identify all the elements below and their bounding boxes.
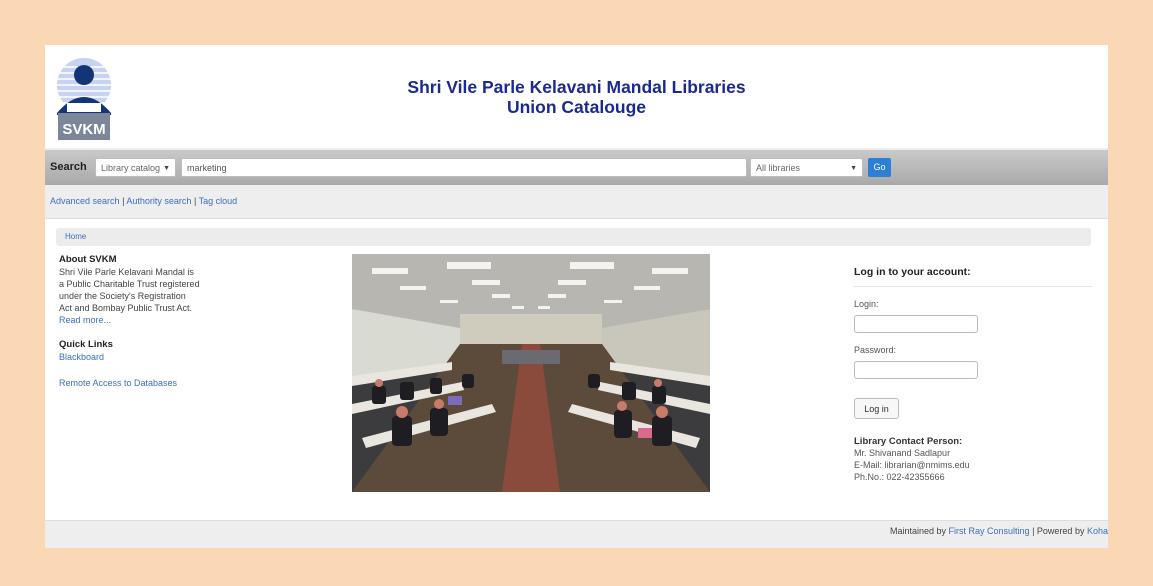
contact-email: E-Mail: librarian@nmims.edu bbox=[854, 460, 970, 470]
chevron-down-icon: ▼ bbox=[850, 165, 857, 172]
breadcrumb-home-link[interactable]: Home bbox=[65, 232, 86, 241]
powered-by-text: | Powered by bbox=[1032, 526, 1085, 536]
blackboard-link[interactable]: Blackboard bbox=[59, 351, 234, 363]
quick-links-heading: Quick Links bbox=[59, 339, 113, 350]
search-input[interactable] bbox=[181, 158, 747, 177]
remote-access-link[interactable]: Remote Access to Databases bbox=[59, 377, 234, 389]
main-content: Home About SVKM Shri Vile Parle Kelavani… bbox=[45, 218, 1108, 521]
login-button[interactable]: Log in bbox=[854, 398, 899, 419]
go-button[interactable]: Go bbox=[868, 158, 891, 177]
site-title-line1: Shri Vile Parle Kelavani Mandal Librarie… bbox=[407, 77, 746, 97]
password-label: Password: bbox=[854, 345, 897, 355]
about-text-line: a Public Charitable Trust registered bbox=[59, 279, 200, 289]
tag-cloud-link[interactable]: Tag cloud bbox=[199, 196, 238, 206]
site-title: Shri Vile Parle Kelavani Mandal Librarie… bbox=[45, 77, 1108, 117]
about-heading: About SVKM bbox=[59, 254, 117, 265]
authority-search-link[interactable]: Authority search bbox=[126, 196, 191, 206]
read-more-link[interactable]: Read more... bbox=[59, 314, 234, 326]
site-title-line2: Union Catalouge bbox=[506, 97, 647, 117]
search-label: Search bbox=[50, 161, 87, 173]
about-text-line: under the Society's Registration bbox=[59, 291, 186, 301]
maintainer-link[interactable]: First Ray Consulting bbox=[949, 526, 1030, 536]
advanced-search-link[interactable]: Advanced search bbox=[50, 196, 120, 206]
library-select-value: All libraries bbox=[756, 163, 801, 173]
search-scope-value: Library catalog bbox=[101, 163, 161, 173]
right-column: Log in to your account: Login: Password:… bbox=[854, 254, 1092, 483]
footer: Maintained by First Ray Consulting | Pow… bbox=[890, 526, 1108, 536]
koha-link[interactable]: Koha bbox=[1087, 526, 1108, 536]
login-title: Log in to your account: bbox=[854, 266, 1092, 287]
library-photo bbox=[352, 254, 710, 492]
page-frame: SVKM Shri Vile Parle Kelavani Mandal Lib… bbox=[45, 45, 1108, 548]
chevron-down-icon: ▼ bbox=[163, 165, 170, 172]
contact-heading: Library Contact Person: bbox=[854, 436, 963, 447]
left-column: About SVKM Shri Vile Parle Kelavani Mand… bbox=[59, 254, 234, 389]
login-label: Login: bbox=[854, 299, 879, 309]
about-text-line: Shri Vile Parle Kelavani Mandal is bbox=[59, 267, 194, 277]
maintained-by-text: Maintained by bbox=[889, 526, 947, 536]
search-scope-select[interactable]: Library catalog ▼ bbox=[95, 158, 176, 177]
search-links: Advanced search | Authority search | Tag… bbox=[50, 196, 237, 206]
breadcrumb: Home bbox=[56, 228, 1091, 246]
search-bar: Search Library catalog ▼ All libraries ▼… bbox=[45, 150, 1108, 185]
contact-info: Library Contact Person: Mr. Shivanand Sa… bbox=[854, 436, 1092, 483]
library-select[interactable]: All libraries ▼ bbox=[750, 158, 863, 177]
logo-lettering: SVKM bbox=[62, 121, 105, 138]
contact-name: Mr. Shivanand Sadlapur bbox=[854, 448, 951, 458]
about-text-line: Act and Bombay Public Trust Act. bbox=[59, 303, 193, 313]
site-header: SVKM Shri Vile Parle Kelavani Mandal Lib… bbox=[45, 45, 1108, 148]
password-field[interactable] bbox=[854, 361, 978, 379]
login-field[interactable] bbox=[854, 315, 978, 333]
contact-phone: Ph.No.: 022-42355666 bbox=[854, 472, 945, 482]
